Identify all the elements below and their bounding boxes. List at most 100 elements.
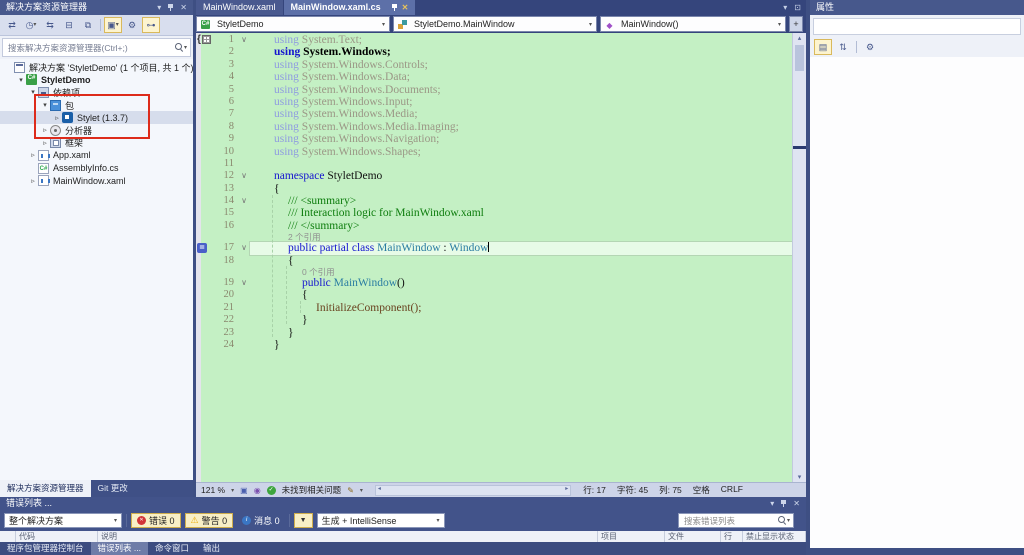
object-selector-dropdown[interactable] [813, 18, 1021, 35]
source-dropdown[interactable]: 生成 + IntelliSense ▾ [317, 513, 445, 528]
tree-item[interactable]: ▹Stylet (1.3.7) [0, 111, 193, 124]
scroll-right-icon[interactable]: ▸ [565, 485, 568, 492]
codelens-row[interactable]: 0 个引用 [201, 267, 793, 277]
pin-icon[interactable] [780, 499, 787, 508]
issues-status[interactable]: 未找到相关问题 [282, 484, 342, 496]
tool-window-tab[interactable]: 输出 [196, 542, 227, 555]
code-cleanup-icon[interactable]: ▣ [240, 486, 248, 495]
code-line[interactable]: 13{ [201, 183, 793, 195]
show-all-files-icon[interactable]: ▣▾ [104, 17, 122, 33]
status-line-ending[interactable]: CRLF [721, 484, 743, 496]
column-header[interactable]: 行 [721, 531, 743, 542]
code-line[interactable]: 6using System.Windows.Input; [201, 96, 793, 108]
health-indicator-icon[interactable]: ◉ [254, 486, 261, 495]
code-line[interactable]: 18{ [201, 255, 793, 267]
fold-arrow[interactable]: ∨ [238, 34, 250, 46]
tree-expander[interactable]: ▾ [40, 101, 50, 109]
tree-expander[interactable]: ▾ [28, 88, 38, 96]
chevron-down-icon[interactable]: ▾ [184, 44, 187, 51]
fold-arrow[interactable]: ∨ [238, 195, 250, 207]
tool-window-tab[interactable]: 解决方案资源管理器 [0, 480, 91, 497]
column-header[interactable] [0, 531, 16, 542]
code-line[interactable]: 7using System.Windows.Media; [201, 108, 793, 120]
code-line[interactable]: 2using System.Windows; [201, 46, 793, 58]
scope-dropdown[interactable]: 整个解决方案 ▾ [4, 513, 122, 528]
float-window-icon[interactable]: ⊡ [794, 3, 801, 12]
code-line[interactable]: 21InitializeComponent(); [201, 302, 793, 314]
chevron-down-icon[interactable]: ▾ [783, 3, 787, 12]
tree-item[interactable]: ▾包 [0, 99, 193, 112]
zoom-level[interactable]: 121 % [201, 485, 225, 495]
alphabetical-icon[interactable]: ⇅ [834, 39, 852, 55]
categorized-icon[interactable]: ▤ [814, 39, 832, 55]
chevron-down-icon[interactable]: ▾ [360, 487, 363, 494]
code-line[interactable]: 23} [201, 327, 793, 339]
tool-window-tab[interactable]: 命令窗口 [148, 542, 196, 555]
fold-arrow[interactable]: ∨ [238, 170, 250, 182]
pin-icon[interactable] [167, 3, 174, 12]
close-icon[interactable]: ✕ [793, 496, 800, 511]
info-filter-button[interactable]: i消息 0 [237, 513, 285, 528]
error-search-input[interactable] [682, 515, 778, 527]
code-line[interactable]: 10using System.Windows.Shapes; [201, 146, 793, 158]
properties-icon[interactable]: ⧉ [79, 17, 97, 33]
project-dropdown[interactable]: StyletDemo ▾ [196, 16, 390, 32]
code-line[interactable]: 16/// </summary> [201, 220, 793, 232]
column-header[interactable]: 代码 [16, 531, 98, 542]
split-window-icon[interactable]: + [789, 16, 803, 32]
code-editor[interactable]: { 1∨using System.Text;2using System.Wind… [196, 33, 806, 482]
code-line[interactable]: 20{ [201, 289, 793, 301]
tree-expander[interactable]: ▹ [52, 114, 62, 122]
switch-views-icon[interactable]: ⇄ [3, 17, 21, 33]
tree-item[interactable]: ▾依赖项 [0, 86, 193, 99]
code-line[interactable]: 1∨using System.Text; [201, 34, 793, 46]
document-tab[interactable]: MainWindow.xaml.cs✕ [284, 0, 416, 15]
scroll-down-icon[interactable]: ▾ [793, 473, 806, 481]
scroll-left-icon[interactable]: ◂ [378, 485, 381, 492]
scrollbar-thumb[interactable] [795, 45, 804, 71]
horizontal-scrollbar[interactable]: ◂ ▸ [375, 485, 571, 496]
tree-item[interactable]: ▹MainWindow.xaml [0, 174, 193, 187]
code-line[interactable]: 22} [201, 314, 793, 326]
search-icon[interactable] [778, 516, 787, 525]
code-line[interactable]: 14∨/// <summary> [201, 195, 793, 207]
tree-item[interactable]: ▹框架 [0, 137, 193, 150]
tree-item[interactable]: AssemblyInfo.cs [0, 162, 193, 175]
window-position-menu-icon[interactable]: ▾ [157, 0, 161, 15]
vertical-scrollbar[interactable]: ▴ ▾ [792, 33, 806, 482]
wrench-icon[interactable]: ⚙ [123, 17, 141, 33]
code-line[interactable]: 9using System.Windows.Navigation; [201, 133, 793, 145]
fold-arrow[interactable]: ∨ [238, 277, 250, 289]
document-tab[interactable]: MainWindow.xaml [196, 0, 283, 15]
tool-window-tab[interactable]: 错误列表 ... [91, 542, 148, 555]
status-spaces[interactable]: 空格 [693, 484, 710, 496]
type-dropdown[interactable]: StyletDemo.MainWindow ▾ [393, 16, 597, 32]
close-icon[interactable]: ✕ [402, 0, 409, 15]
solution-search-box[interactable]: ▾ [2, 38, 191, 57]
codelens-row[interactable]: 2 个引用 [201, 232, 793, 242]
scroll-up-icon[interactable]: ▴ [793, 34, 806, 42]
pending-changes-filter-icon[interactable]: ◷▾ [22, 17, 40, 33]
tree-expander[interactable]: ▹ [28, 177, 38, 185]
tree-item[interactable]: 解决方案 'StyletDemo' (1 个项目, 共 1 个) [0, 61, 193, 74]
chevron-down-icon[interactable]: ▾ [231, 487, 234, 494]
column-header[interactable]: 禁止显示状态 [743, 531, 806, 542]
tree-item[interactable]: ▹App.xaml [0, 149, 193, 162]
code-line[interactable]: 4using System.Windows.Data; [201, 71, 793, 83]
track-active-item-icon[interactable]: ⊶ [142, 17, 160, 33]
warning-filter-button[interactable]: ⚠警告 0 [185, 513, 234, 528]
code-line[interactable]: 11 [201, 158, 793, 170]
window-position-menu-icon[interactable]: ▾ [770, 496, 774, 511]
code-line[interactable]: 12∨namespace StyletDemo [201, 170, 793, 182]
tree-expander[interactable]: ▹ [40, 126, 50, 134]
error-search-box[interactable]: ▾ [678, 513, 794, 528]
tree-item[interactable]: ▾StyletDemo [0, 74, 193, 87]
column-header[interactable]: 说明 [98, 531, 598, 542]
pin-icon[interactable] [391, 3, 398, 12]
column-header[interactable]: 文件 [665, 531, 721, 542]
tree-expander[interactable]: ▹ [28, 151, 38, 159]
chevron-down-icon[interactable]: ▾ [787, 517, 790, 524]
fold-arrow[interactable]: ∨ [238, 242, 250, 254]
code-line[interactable]: 3using System.Windows.Controls; [201, 59, 793, 71]
sync-with-active-document-icon[interactable]: ⇆ [41, 17, 59, 33]
